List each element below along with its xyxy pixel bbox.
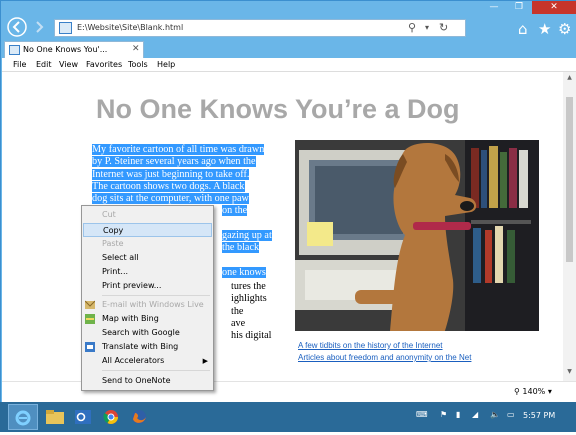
scroll-up-icon[interactable]: ▲ [563, 74, 576, 81]
internet-explorer-icon [15, 410, 31, 426]
ctx-email-label: E-mail with Windows Live [102, 300, 204, 309]
maximize-button[interactable]: ❐ [506, 1, 532, 14]
tray-signal-icon[interactable]: ◢ [472, 410, 478, 419]
windows-live-icon [85, 300, 95, 309]
home-icon[interactable]: ⌂ [518, 20, 528, 38]
ctx-select-all[interactable]: Select all [83, 251, 212, 265]
search-icon[interactable]: ⚲ [408, 21, 416, 34]
submenu-arrow-icon: ▶ [202, 357, 208, 365]
dropdown-icon[interactable]: ▾ [425, 23, 429, 32]
tray-volume-icon[interactable]: 🔈 [490, 410, 500, 419]
page-icon [59, 22, 72, 34]
title-bar: — ❐ ✕ [2, 1, 576, 14]
taskbar-outlook-icon[interactable] [68, 404, 98, 430]
link-list: A few tidbits on the history of the Inte… [298, 340, 471, 364]
menu-separator [102, 295, 210, 296]
selected-text-line: My favorite cartoon of all time was draw… [92, 144, 265, 155]
tray-flag-icon[interactable]: ⚑ [440, 410, 447, 419]
keyboard-icon[interactable]: ⌨ [416, 410, 428, 419]
bing-translate-icon [85, 342, 95, 352]
selected-text-line: Internet was just beginning to take off. [92, 168, 250, 180]
clock[interactable]: 5:57 PM [523, 411, 555, 420]
selected-text-line: The cartoon shows two dogs. A black [92, 180, 245, 192]
menu-bar: File Edit View Favorites Tools Help [2, 58, 576, 72]
address-text: E:\Website\Site\Blank.html [77, 23, 184, 32]
context-menu: Cut Copy Paste Select all Print... Print… [81, 205, 214, 391]
ctx-copy[interactable]: Copy [83, 223, 212, 237]
page-icon [9, 45, 20, 55]
ctx-translate-label: Translate with Bing [102, 342, 179, 351]
taskbar: ⌨ ⚑ ▮ ◢ 🔈 ▭ 5:57 PM [0, 402, 576, 432]
ctx-accelerators-label: All Accelerators [102, 356, 165, 365]
history-link[interactable]: A few tidbits on the history of the Inte… [298, 340, 471, 352]
forward-button[interactable] [29, 17, 49, 37]
menu-help[interactable]: Help [157, 60, 175, 69]
menu-view[interactable]: View [59, 60, 78, 69]
page-title: No One Knows You’re a Dog [96, 94, 460, 124]
menu-tools[interactable]: Tools [128, 60, 148, 69]
bing-map-icon [85, 314, 95, 324]
text-line: his digital [231, 330, 272, 342]
zoom-level[interactable]: ⚲ 140% ▾ [514, 387, 552, 396]
ctx-search-with-google[interactable]: Search with Google [83, 326, 212, 340]
favorites-star-icon[interactable]: ★ [538, 20, 551, 38]
close-tab-icon[interactable]: ✕ [132, 44, 140, 54]
ctx-translate-with-bing[interactable]: Translate with Bing [83, 340, 212, 354]
ctx-send-to-onenote[interactable]: Send to OneNote [83, 374, 212, 388]
forward-arrow-icon [36, 21, 44, 33]
dog-at-computer-image [295, 140, 539, 331]
menu-edit[interactable]: Edit [36, 60, 52, 69]
vertical-scrollbar[interactable]: ▲ ▼ [563, 72, 576, 381]
ctx-email-windows-live[interactable]: E-mail with Windows Live [83, 298, 212, 312]
selected-text-line: one knows [222, 266, 266, 278]
tray-monitor-icon[interactable]: ▭ [507, 410, 515, 419]
taskbar-firefox-icon[interactable] [124, 404, 154, 430]
paragraph-continuation: tures the ighlights the ave his digital [231, 281, 279, 342]
tray-network-icon[interactable]: ▮ [456, 410, 460, 419]
tab-active[interactable]: No One Knows You'... ✕ [4, 41, 144, 58]
taskbar-file-explorer-icon[interactable] [40, 404, 70, 430]
outlook-icon [75, 410, 91, 424]
folder-icon [46, 410, 64, 424]
navigation-bar: E:\Website\Site\Blank.html ⚲ ▾ ↻ ⌂ ★ ⚙ [2, 14, 576, 40]
selected-text-line: gazing up at [222, 230, 272, 242]
firefox-icon [132, 410, 146, 424]
taskbar-chrome-icon[interactable] [96, 404, 126, 430]
dog-photo [295, 140, 539, 331]
close-window-button[interactable]: ✕ [532, 1, 576, 14]
back-button[interactable] [7, 17, 27, 37]
zoom-value: 140% [522, 387, 546, 396]
menu-favorites[interactable]: Favorites [86, 60, 122, 69]
menu-file[interactable]: File [13, 60, 26, 69]
chrome-icon [103, 410, 118, 424]
ctx-paste[interactable]: Paste [83, 237, 212, 251]
ctx-print-preview[interactable]: Print preview... [83, 279, 212, 293]
ctx-cut[interactable]: Cut [83, 208, 212, 222]
gear-icon[interactable]: ⚙ [558, 20, 571, 38]
menu-separator [102, 370, 210, 371]
ctx-all-accelerators[interactable]: All Accelerators ▶ [83, 354, 212, 368]
text-line: ighlights the [231, 293, 267, 317]
ctx-map-with-bing[interactable]: Map with Bing [83, 312, 212, 326]
taskbar-ie-icon[interactable] [8, 404, 38, 430]
refresh-icon[interactable]: ↻ [439, 21, 448, 34]
selected-text-line: by P. Steiner several years ago when the [92, 156, 256, 168]
tab-bar: No One Knows You'... ✕ [2, 40, 576, 58]
ctx-map-label: Map with Bing [102, 314, 159, 323]
scroll-thumb[interactable] [566, 97, 573, 262]
minimize-button[interactable]: — [482, 1, 506, 14]
tab-label: No One Knows You'... [23, 45, 108, 54]
address-bar[interactable]: E:\Website\Site\Blank.html ⚲ ▾ ↻ [54, 19, 466, 37]
scroll-down-icon[interactable]: ▼ [563, 368, 576, 375]
text-line: tures the [231, 281, 266, 292]
back-arrow-icon [7, 17, 27, 37]
selected-text-line: dog sits at the computer, with one paw [92, 193, 249, 205]
text-line: ave [231, 317, 246, 329]
ctx-print[interactable]: Print... [83, 265, 212, 279]
freedom-articles-link[interactable]: Articles about freedom and anonymity on … [298, 352, 471, 364]
